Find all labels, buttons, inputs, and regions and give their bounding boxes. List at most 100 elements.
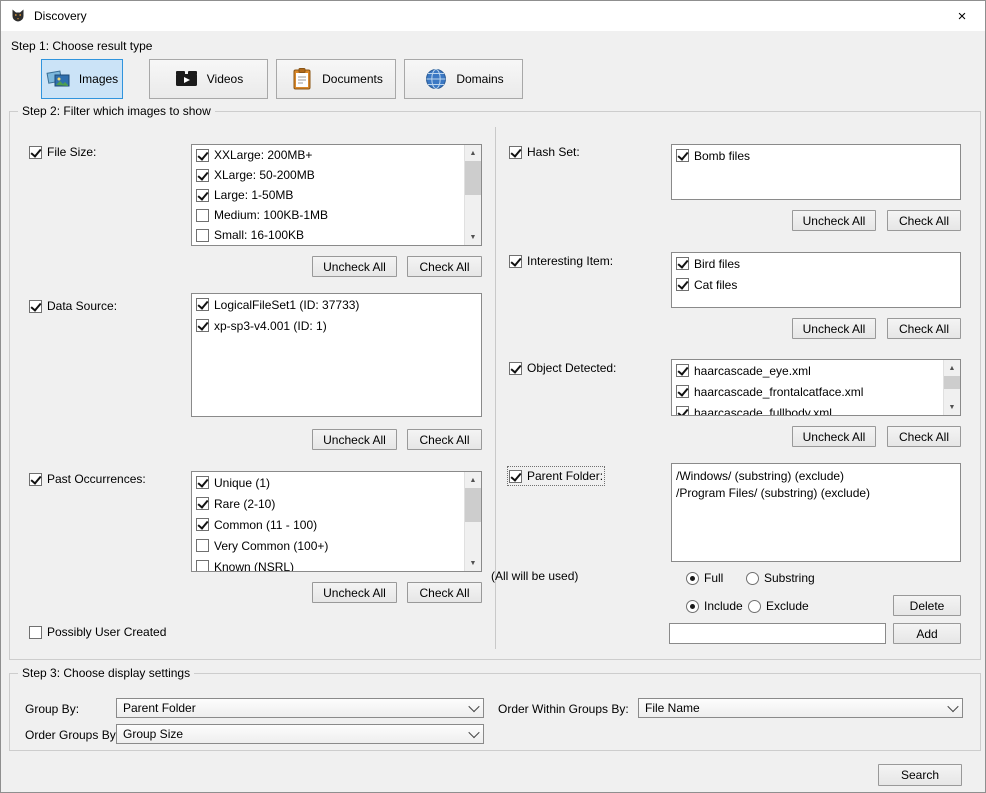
scroll-thumb[interactable] <box>465 488 481 522</box>
scroll-thumb[interactable] <box>944 376 960 389</box>
list-item[interactable]: Known (NSRL) <box>192 556 464 572</box>
object-detected-check-all-button[interactable]: Check All <box>887 426 961 447</box>
item-checkbox[interactable] <box>196 559 209 573</box>
list-item[interactable]: Medium: 100KB-1MB <box>192 205 464 225</box>
full-radio[interactable]: Full <box>686 570 723 586</box>
scrollbar[interactable]: ▲ ▼ <box>943 360 960 415</box>
list-item[interactable]: Bird files <box>672 253 960 274</box>
item-checkbox[interactable] <box>676 148 689 164</box>
scroll-down-icon[interactable]: ▼ <box>465 229 481 245</box>
list-item[interactable]: LogicalFileSet1 (ID: 37733) <box>192 294 481 315</box>
object-detected-list[interactable]: haarcascade_eye.xml haarcascade_frontalc… <box>671 359 961 416</box>
data-source-list[interactable]: LogicalFileSet1 (ID: 37733) xp-sp3-v4.00… <box>191 293 482 417</box>
item-checkbox[interactable] <box>196 207 209 223</box>
hash-set-list[interactable]: Bomb files <box>671 144 961 200</box>
past-occurrences-uncheck-all-button[interactable]: Uncheck All <box>312 582 397 603</box>
scroll-up-icon[interactable]: ▲ <box>465 145 481 161</box>
item-label: Small: 16-100KB <box>214 228 304 242</box>
item-checkbox[interactable] <box>196 297 209 313</box>
result-type-domains-button[interactable]: Domains <box>404 59 523 99</box>
scroll-up-icon[interactable]: ▲ <box>944 360 960 376</box>
object-detected-uncheck-all-button[interactable]: Uncheck All <box>792 426 876 447</box>
item-checkbox[interactable] <box>196 167 209 183</box>
data-source-check-all-button[interactable]: Check All <box>407 429 482 450</box>
item-checkbox[interactable] <box>676 277 689 293</box>
list-item[interactable]: XXLarge: 200MB+ <box>192 145 464 165</box>
file-size-uncheck-all-button[interactable]: Uncheck All <box>312 256 397 277</box>
list-item[interactable]: Bomb files <box>672 145 960 166</box>
button-label: Domains <box>456 72 503 86</box>
hash-set-filter-checkbox[interactable]: Hash Set: <box>509 144 580 160</box>
item-checkbox[interactable] <box>676 384 689 400</box>
interesting-item-uncheck-all-button[interactable]: Uncheck All <box>792 318 876 339</box>
search-button[interactable]: Search <box>878 764 962 786</box>
list-item[interactable]: XLarge: 50-200MB <box>192 165 464 185</box>
scrollbar[interactable]: ▲ ▼ <box>464 472 481 571</box>
checkbox-box <box>509 255 522 268</box>
list-item[interactable]: xp-sp3-v4.001 (ID: 1) <box>192 315 481 336</box>
result-type-videos-button[interactable]: Videos <box>149 59 268 99</box>
radio-label: Full <box>704 571 723 585</box>
order-within-groups-select[interactable]: File Name <box>638 698 963 718</box>
substring-radio[interactable]: Substring <box>746 570 815 586</box>
list-item[interactable]: Small: 16-100KB <box>192 225 464 245</box>
item-checkbox[interactable] <box>676 405 689 417</box>
object-detected-filter-checkbox[interactable]: Object Detected: <box>509 360 616 376</box>
parent-folder-input[interactable] <box>669 623 886 644</box>
include-radio[interactable]: Include <box>686 598 743 614</box>
item-checkbox[interactable] <box>196 187 209 203</box>
item-checkbox[interactable] <box>196 147 209 163</box>
delete-button[interactable]: Delete <box>893 595 961 616</box>
images-icon <box>46 67 72 91</box>
possibly-user-created-checkbox[interactable]: Possibly User Created <box>29 624 166 640</box>
result-type-documents-button[interactable]: Documents <box>276 59 396 99</box>
parent-folder-filter-checkbox[interactable]: Parent Folder: <box>509 468 603 484</box>
add-button[interactable]: Add <box>893 623 961 644</box>
titlebar: Discovery × <box>1 1 985 31</box>
list-item[interactable]: Cat files <box>672 274 960 295</box>
file-size-list[interactable]: XXLarge: 200MB+ XLarge: 50-200MB Large: … <box>191 144 482 246</box>
item-checkbox[interactable] <box>676 256 689 272</box>
group-by-select[interactable]: Parent Folder <box>116 698 484 718</box>
file-size-filter-checkbox[interactable]: File Size: <box>29 144 96 160</box>
file-size-check-all-button[interactable]: Check All <box>407 256 482 277</box>
scroll-down-icon[interactable]: ▼ <box>944 399 960 415</box>
item-label: Medium: 100KB-1MB <box>214 208 328 222</box>
parent-folder-item[interactable]: /Program Files/ (substring) (exclude) <box>672 484 960 501</box>
list-item[interactable]: Unique (1) <box>192 472 464 493</box>
list-item[interactable]: Rare (2-10) <box>192 493 464 514</box>
item-checkbox[interactable] <box>196 496 209 512</box>
list-item[interactable]: Very Common (100+) <box>192 535 464 556</box>
parent-folder-item[interactable]: /Windows/ (substring) (exclude) <box>672 467 960 484</box>
item-checkbox[interactable] <box>676 363 689 379</box>
list-item[interactable]: haarcascade_frontalcatface.xml <box>672 381 943 402</box>
scroll-down-icon[interactable]: ▼ <box>465 555 481 571</box>
parent-folder-list[interactable]: /Windows/ (substring) (exclude) /Program… <box>671 463 961 562</box>
item-checkbox[interactable] <box>196 227 209 243</box>
list-item[interactable]: haarcascade_eye.xml <box>672 360 943 381</box>
order-groups-by-select[interactable]: Group Size <box>116 724 484 744</box>
past-occurrences-check-all-button[interactable]: Check All <box>407 582 482 603</box>
result-type-images-button[interactable]: Images <box>41 59 123 99</box>
hash-set-check-all-button[interactable]: Check All <box>887 210 961 231</box>
interesting-item-filter-checkbox[interactable]: Interesting Item: <box>509 253 613 269</box>
hash-set-uncheck-all-button[interactable]: Uncheck All <box>792 210 876 231</box>
item-checkbox[interactable] <box>196 538 209 554</box>
scroll-thumb[interactable] <box>465 161 481 195</box>
data-source-uncheck-all-button[interactable]: Uncheck All <box>312 429 397 450</box>
scrollbar[interactable]: ▲ ▼ <box>464 145 481 245</box>
interesting-item-list[interactable]: Bird files Cat files <box>671 252 961 308</box>
interesting-item-check-all-button[interactable]: Check All <box>887 318 961 339</box>
item-checkbox[interactable] <box>196 475 209 491</box>
past-occurrences-list[interactable]: Unique (1) Rare (2-10) Common (11 - 100)… <box>191 471 482 572</box>
close-button[interactable]: × <box>939 1 985 31</box>
exclude-radio[interactable]: Exclude <box>748 598 809 614</box>
item-checkbox[interactable] <box>196 517 209 533</box>
data-source-filter-checkbox[interactable]: Data Source: <box>29 298 117 314</box>
list-item[interactable]: haarcascade_fullbody.xml <box>672 402 943 416</box>
scroll-up-icon[interactable]: ▲ <box>465 472 481 488</box>
list-item[interactable]: Large: 1-50MB <box>192 185 464 205</box>
list-item[interactable]: Common (11 - 100) <box>192 514 464 535</box>
item-checkbox[interactable] <box>196 318 209 334</box>
past-occurrences-filter-checkbox[interactable]: Past Occurrences: <box>29 471 146 487</box>
